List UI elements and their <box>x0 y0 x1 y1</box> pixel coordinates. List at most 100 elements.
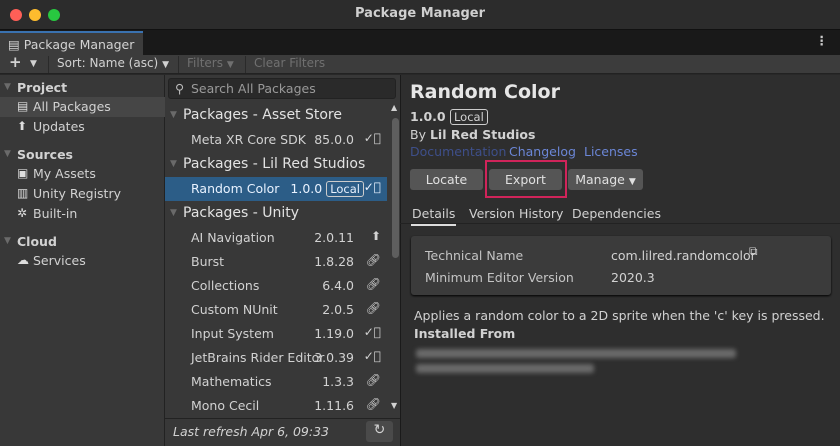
list-item[interactable]: Input System 1.19.0 ✓⃝ <box>165 322 387 346</box>
highlight-box <box>485 160 567 198</box>
package-name: JetBrains Rider Editor <box>191 350 325 365</box>
expand-triangle-icon: ▼ <box>170 110 177 120</box>
add-dropdown-icon[interactable]: ▼ <box>30 59 37 69</box>
update-available-icon: ⬆ <box>370 229 381 243</box>
package-name: Burst <box>191 254 225 269</box>
tab-version-history[interactable]: Version History <box>469 206 563 221</box>
group-asset-store[interactable]: ▼ Packages - Asset Store <box>165 104 387 128</box>
tab-dependencies[interactable]: Dependencies <box>572 206 661 221</box>
package-version: 1.0.0 <box>410 109 446 124</box>
list-footer: Last refresh Apr 6, 09:33 <box>165 418 400 446</box>
list-item[interactable]: JetBrains Rider Editor 3.0.39 ✓⃝ <box>165 346 387 370</box>
link-icon: 🔗︎ <box>365 253 381 267</box>
divider <box>400 223 840 224</box>
tab-bar: ▤ Package Manager ⋮ <box>0 30 840 55</box>
package-version: 1.8.28 <box>314 254 354 269</box>
update-arrow-icon: ⬆ <box>17 119 28 133</box>
info-box <box>411 236 831 295</box>
list-item[interactable]: Burst 1.8.28 🔗︎ <box>165 250 387 274</box>
expand-triangle-icon: ▼ <box>170 208 177 218</box>
sidebar-item-built-in[interactable]: ✲ Built-in <box>0 204 165 224</box>
refresh-button[interactable]: ↻ <box>366 421 393 442</box>
package-name: AI Navigation <box>191 230 275 245</box>
package-version: 1.19.0 <box>314 326 354 341</box>
add-package-button[interactable]: + <box>9 53 22 71</box>
package-version: 1.3.3 <box>322 374 354 389</box>
window-title: Package Manager <box>355 6 485 21</box>
toolbar: + ▼ Sort: Name (asc) ▼ Filters ▼ Clear F… <box>0 53 840 74</box>
min-editor-version-label: Minimum Editor Version <box>425 270 574 285</box>
title-bar: Package Manager <box>0 0 840 30</box>
more-options-icon[interactable]: ⋮ <box>816 33 829 48</box>
chevron-down-icon: ▼ <box>162 60 169 70</box>
installed-check-icon: ✓⃝ <box>363 325 381 339</box>
sidebar-item-updates[interactable]: ⬆ Updates <box>0 117 165 137</box>
group-lil-red-studios[interactable]: ▼ Packages - Lil Red Studios <box>165 153 387 177</box>
list-item-selected[interactable]: Random Color 1.0.0 Local ✓⃝ <box>165 177 387 201</box>
expand-triangle-icon: ▼ <box>4 82 11 92</box>
clear-filters-button[interactable]: Clear Filters <box>254 56 325 70</box>
list-item[interactable]: AI Navigation 2.0.11 ⬆ <box>165 226 387 250</box>
sort-dropdown[interactable]: Sort: Name (asc) ▼ <box>57 56 169 70</box>
refresh-icon: ↻ <box>373 422 386 438</box>
documentation-link[interactable]: Documentation <box>410 144 506 159</box>
sidebar-section-cloud[interactable]: ▼ Cloud <box>0 231 165 251</box>
scroll-down-icon[interactable]: ▼ <box>391 401 397 410</box>
chevron-down-icon: ▼ <box>226 60 234 70</box>
list-item[interactable]: Meta XR Core SDK 85.0.0 ✓⃝ <box>165 128 387 152</box>
package-name: Custom NUnit <box>191 302 278 317</box>
installed-from-label: Installed From <box>414 326 516 341</box>
licenses-link[interactable]: Licenses <box>584 144 638 159</box>
search-icon: ⚲ <box>175 81 185 96</box>
sidebar-item-all-packages[interactable]: ▤ All Packages <box>0 97 165 117</box>
link-icon: 🔗︎ <box>365 397 381 411</box>
changelog-link[interactable]: Changelog <box>509 144 576 159</box>
manage-dropdown[interactable]: Manage ▼ <box>568 169 643 190</box>
sidebar-section-project[interactable]: ▼ Project <box>0 77 165 97</box>
local-badge: Local <box>449 109 488 125</box>
package-name: Collections <box>191 278 260 293</box>
installed-check-icon: ✓⃝ <box>363 131 381 145</box>
list-item[interactable]: Custom NUnit 2.0.5 🔗︎ <box>165 298 387 322</box>
sidebar-item-my-assets[interactable]: ▣ My Assets <box>0 164 165 184</box>
list-item[interactable]: Mathematics 1.3.3 🔗︎ <box>165 370 387 394</box>
builtin-icon: ✲ <box>17 206 28 220</box>
package-version: 2.0.11 <box>314 230 354 245</box>
locate-button[interactable]: Locate <box>410 169 483 190</box>
scroll-up-icon[interactable]: ▲ <box>391 103 397 112</box>
copy-icon[interactable]: ⧉ <box>749 244 758 259</box>
package-name: Input System <box>191 326 274 341</box>
list-item[interactable]: Mono Cecil 1.11.6 🔗︎ <box>165 394 387 418</box>
installed-check-icon: ✓⃝ <box>363 180 381 194</box>
registry-icon: ▥ <box>17 186 29 200</box>
expand-triangle-icon: ▼ <box>4 149 11 159</box>
sidebar-item-unity-registry[interactable]: ▥ Unity Registry <box>0 184 165 204</box>
expand-triangle-icon: ▼ <box>170 159 177 169</box>
technical-name-label: Technical Name <box>425 248 524 263</box>
chevron-down-icon: ▼ <box>628 177 636 187</box>
group-unity[interactable]: ▼ Packages - Unity <box>165 202 387 226</box>
package-name: Mathematics <box>191 374 272 389</box>
expand-triangle-icon: ▼ <box>4 236 11 246</box>
tab-package-manager[interactable]: ▤ Package Manager <box>0 31 143 55</box>
package-name: Mono Cecil <box>191 398 260 413</box>
search-input[interactable]: ⚲ Search All Packages <box>168 78 396 99</box>
list-item[interactable]: Collections 6.4.0 🔗︎ <box>165 274 387 298</box>
installed-check-icon: ✓⃝ <box>363 349 381 363</box>
packages-icon: ▤ <box>17 99 29 113</box>
filters-dropdown[interactable]: Filters ▼ <box>187 56 234 70</box>
sidebar-section-sources[interactable]: ▼ Sources <box>0 144 165 164</box>
divider <box>178 56 179 73</box>
package-version: 3.0.39 <box>314 350 354 365</box>
last-refresh-label: Last refresh Apr 6, 09:33 <box>173 424 329 439</box>
scrollbar-thumb[interactable] <box>392 118 399 258</box>
link-icon: 🔗︎ <box>365 373 381 387</box>
installed-path-blurred <box>416 364 594 373</box>
link-icon: 🔗︎ <box>365 301 381 315</box>
package-version: 2.0.5 <box>322 302 354 317</box>
package-version: 6.4.0 <box>322 278 354 293</box>
technical-name-value: com.lilred.randomcolor <box>611 248 756 263</box>
sidebar-item-services[interactable]: ☁ Services <box>0 251 165 271</box>
cloud-icon: ☁ <box>17 253 29 267</box>
package-title: Random Color <box>410 81 560 103</box>
